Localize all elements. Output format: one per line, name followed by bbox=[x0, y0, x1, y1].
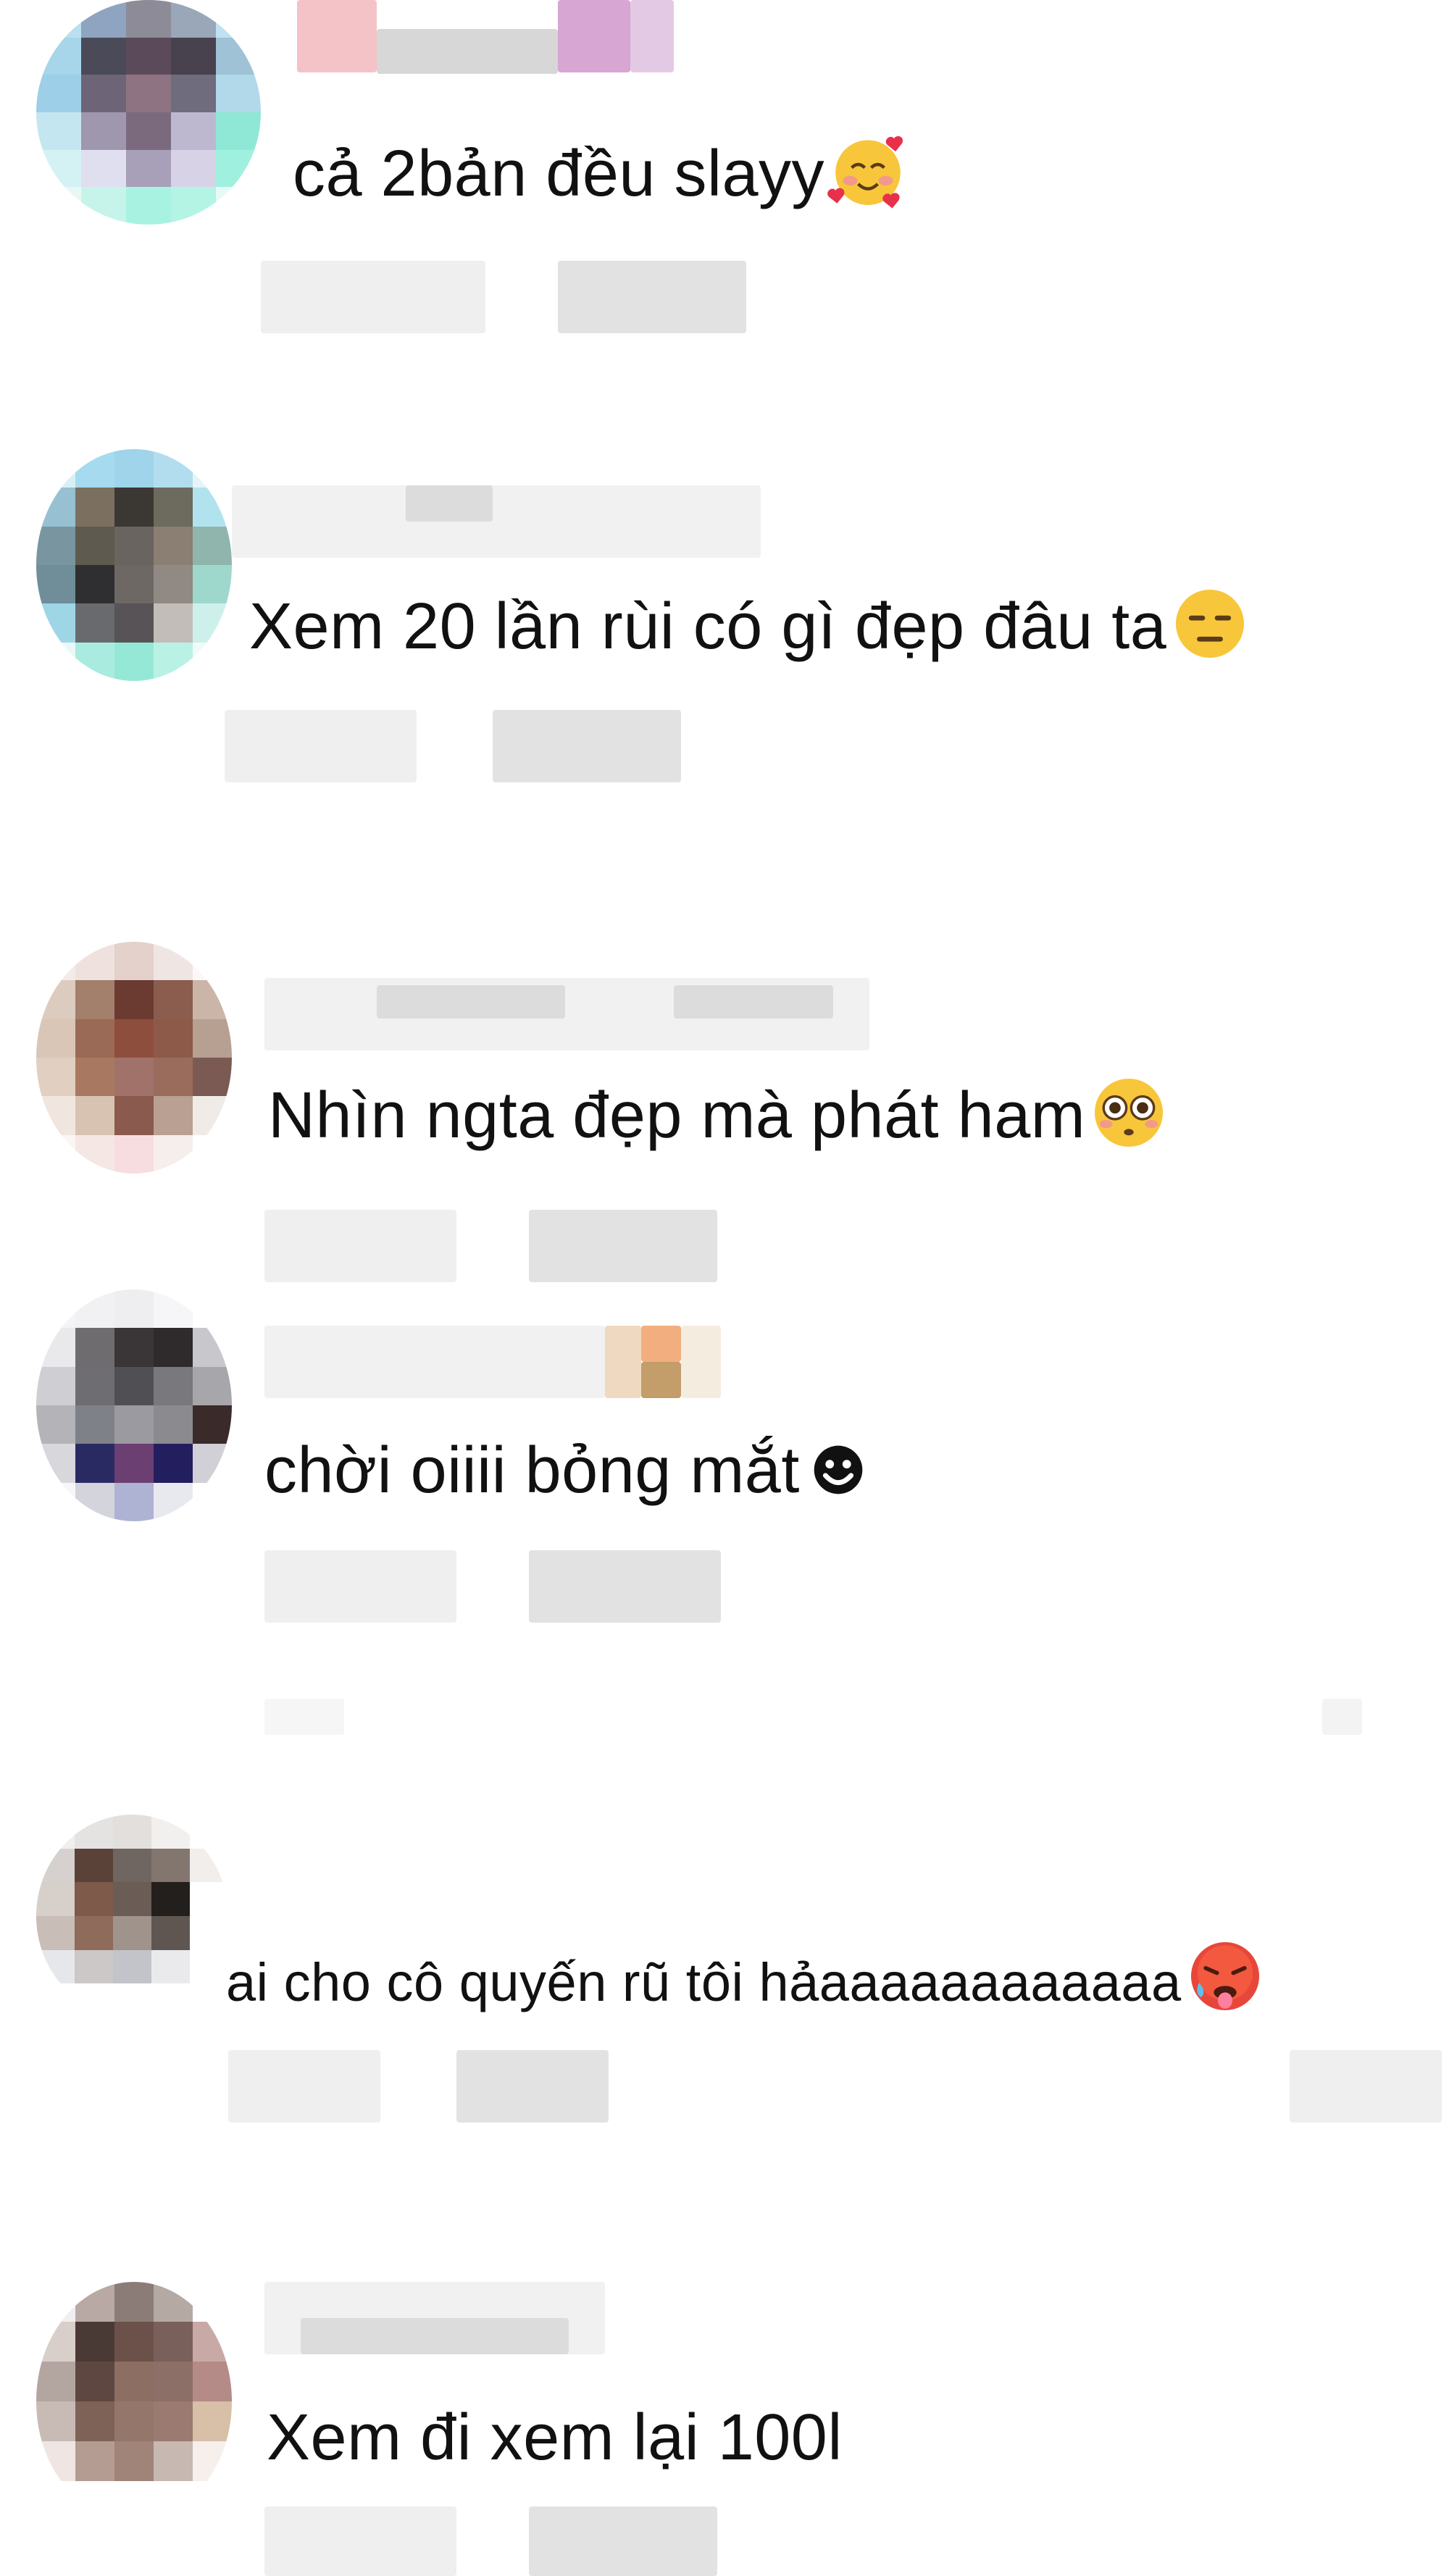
comment-text: Xem 20 lần rùi có gì đẹp đâu ta bbox=[249, 583, 1250, 666]
username-blurred[interactable] bbox=[232, 485, 761, 558]
comment-text-content: chời oiiii bỏng mắt bbox=[264, 1434, 800, 1507]
comment-meta-blurred[interactable] bbox=[264, 1699, 344, 1735]
username-blurred[interactable] bbox=[297, 0, 377, 72]
comment-meta-blurred[interactable] bbox=[1290, 2050, 1442, 2123]
flushed-face-icon bbox=[1095, 1078, 1164, 1147]
username-blurred[interactable] bbox=[377, 29, 558, 74]
comment-meta-blurred[interactable] bbox=[264, 2506, 456, 2576]
comment-meta-blurred[interactable] bbox=[228, 2050, 380, 2123]
expressionless-face-icon bbox=[1176, 589, 1245, 658]
comment-meta-blurred[interactable] bbox=[261, 261, 485, 333]
comment-meta-blurred[interactable] bbox=[264, 1210, 456, 1282]
username-blurred[interactable] bbox=[630, 0, 674, 72]
username-blurred[interactable] bbox=[605, 1326, 641, 1398]
username-blurred[interactable] bbox=[641, 1362, 681, 1398]
comment-meta-blurred[interactable] bbox=[529, 2506, 717, 2576]
avatar[interactable] bbox=[36, 1289, 232, 1521]
comment-meta-blurred[interactable] bbox=[456, 2050, 609, 2123]
comment-text: Nhìn ngta đẹp mà phát ham bbox=[268, 1072, 1169, 1155]
username-blurred[interactable] bbox=[264, 1326, 605, 1398]
username-blurred[interactable] bbox=[641, 1326, 681, 1362]
comment-text-content: Xem 20 lần rùi có gì đẹp đâu ta bbox=[249, 590, 1167, 663]
smiling-face-glyph-icon bbox=[814, 1445, 863, 1494]
comment-item: cả 2bản đều slayy bbox=[0, 0, 1449, 333]
username-blurred[interactable] bbox=[558, 0, 630, 72]
username-blurred[interactable] bbox=[406, 485, 493, 522]
comment-text: chời oiiii bỏng mắt bbox=[264, 1431, 874, 1510]
username-blurred[interactable] bbox=[681, 1326, 721, 1398]
avatar[interactable] bbox=[36, 1815, 228, 2017]
avatar[interactable] bbox=[36, 449, 232, 681]
username-blurred[interactable] bbox=[674, 985, 833, 1019]
comment-meta-blurred[interactable] bbox=[558, 261, 746, 333]
comment-text-content: cả 2bản đều slayy bbox=[293, 138, 824, 210]
comment-meta-blurred[interactable] bbox=[225, 710, 417, 782]
comment-text: ai cho cô quyến rũ tôi hảaaaaaaaaaaaa bbox=[226, 1936, 1266, 2023]
username-blurred[interactable] bbox=[377, 985, 565, 1019]
avatar[interactable] bbox=[36, 942, 232, 1174]
comment-text-content: ai cho cô quyến rũ tôi hảaaaaaaaaaaaa bbox=[226, 1952, 1182, 2012]
comment-meta-blurred[interactable] bbox=[264, 1550, 456, 1623]
comment-text-content: Nhìn ngta đẹp mà phát ham bbox=[268, 1079, 1086, 1152]
avatar[interactable] bbox=[36, 2282, 232, 2521]
comment-meta-blurred[interactable] bbox=[529, 1550, 721, 1623]
comment-text: cả 2bản đều slayy bbox=[293, 130, 909, 214]
avatar[interactable] bbox=[36, 0, 261, 225]
comment-text: Xem đi xem lại 100l bbox=[267, 2398, 843, 2477]
comment-meta-blurred[interactable] bbox=[529, 1210, 717, 1282]
username-blurred[interactable] bbox=[301, 2318, 569, 2354]
hot-face-icon bbox=[1190, 1941, 1259, 2011]
smiling-face-with-hearts-icon bbox=[827, 135, 903, 209]
comment-text-content: Xem đi xem lại 100l bbox=[267, 2401, 843, 2474]
comment-meta-blurred[interactable] bbox=[493, 710, 681, 782]
comment-meta-blurred[interactable] bbox=[1322, 1699, 1362, 1735]
